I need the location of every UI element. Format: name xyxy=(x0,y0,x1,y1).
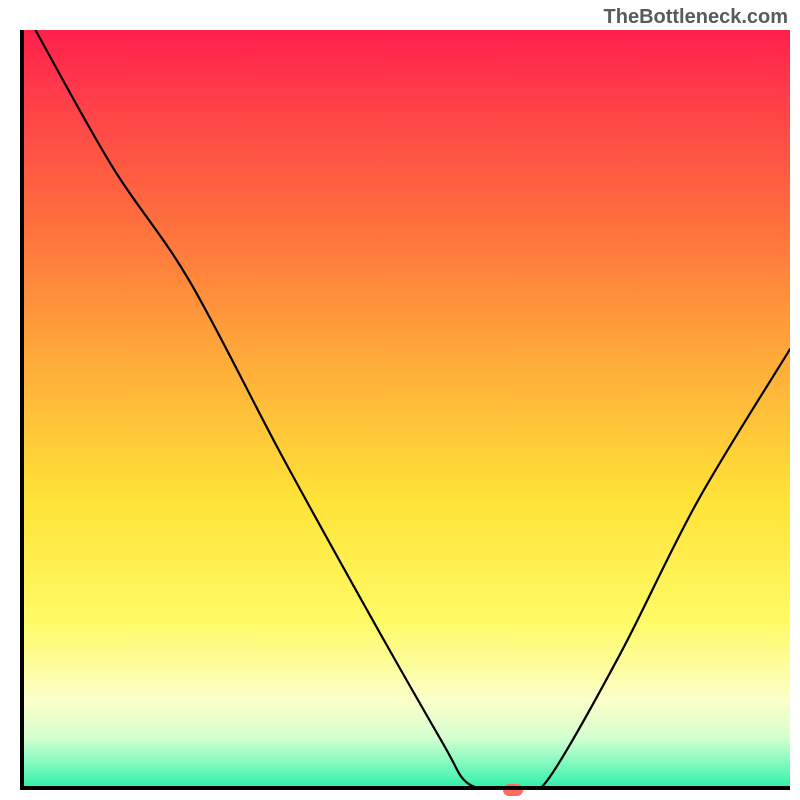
x-axis xyxy=(20,786,790,790)
gradient-background xyxy=(20,30,790,790)
y-axis xyxy=(20,30,24,790)
watermark: TheBottleneck.com xyxy=(604,6,788,29)
plot-area xyxy=(20,30,790,790)
chart-container: TheBottleneck.com xyxy=(0,0,800,800)
